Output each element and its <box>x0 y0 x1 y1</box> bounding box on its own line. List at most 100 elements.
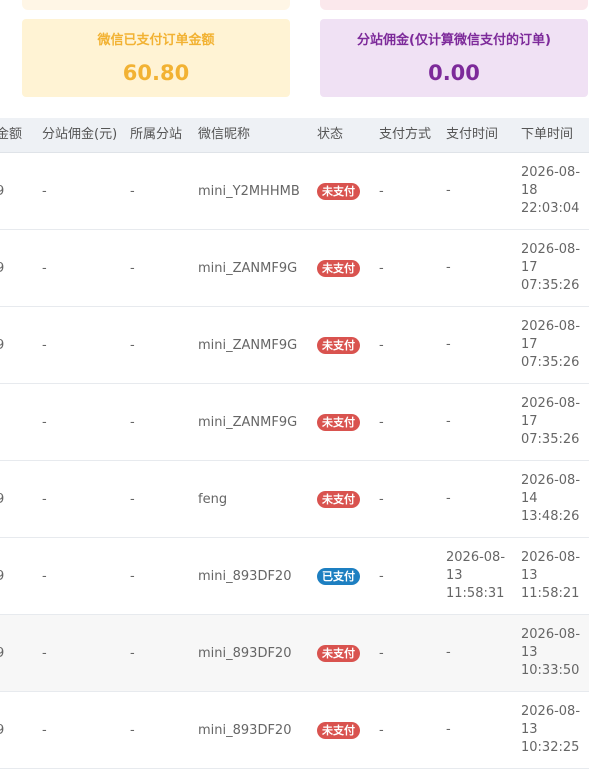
time-line: 14 <box>521 491 538 506</box>
status-badge: 未支付 <box>317 490 360 508</box>
time-line: 2026-08- <box>521 319 581 334</box>
cell-amount: 9 <box>0 337 5 353</box>
time-line: 22:03:04 <box>521 201 580 216</box>
table-row[interactable]: - - mini_ZANMF9G - 未支付 - 2026-08- 17 07:35:26 <box>0 384 589 461</box>
cell-pay-method: - <box>379 491 384 507</box>
table-row[interactable]: 9 - - mini_ZANMF9G - 未支付 - 2026-08- 17 07:35:26 <box>0 230 589 307</box>
time-line: 07:35:26 <box>521 278 580 293</box>
time-line: 13 <box>521 568 538 583</box>
cell-branch: - <box>130 645 135 661</box>
time-line: 2026-08- <box>521 704 581 719</box>
time-line: 18 <box>521 183 538 198</box>
time-line: - <box>446 260 451 275</box>
time-line: 13 <box>446 568 463 583</box>
status-badge: 未支付 <box>317 259 360 277</box>
cell-amount: 9 <box>0 260 5 276</box>
cell-status: 未支付 <box>317 615 360 691</box>
cell-nickname: mini_893DF20 <box>198 645 292 661</box>
status-badge: 未支付 <box>317 644 360 662</box>
time-line: 2026-08- <box>446 550 506 565</box>
cell-commission: - <box>42 414 47 430</box>
time-line: 13 <box>521 722 538 737</box>
cell-pay-time: - <box>446 384 516 460</box>
cell-amount: 9 <box>0 645 5 661</box>
cell-nickname: mini_893DF20 <box>198 722 292 738</box>
cell-order-time: 2026-08- 14 13:48:26 <box>521 461 591 537</box>
cell-branch: - <box>130 722 135 738</box>
cell-pay-time: - <box>446 692 516 768</box>
table-row[interactable]: 9 - - mini_893DF20 - 未支付 - 2026-08- 13 10:33:50 <box>0 615 589 692</box>
header-amount[interactable]: 金额 <box>0 118 22 152</box>
header-pay-method[interactable]: 支付方式 <box>379 118 431 152</box>
cell-branch: - <box>130 183 135 199</box>
time-line: 17 <box>521 260 538 275</box>
cell-pay-method: - <box>379 183 384 199</box>
table-row[interactable]: 9 - - mini_Y2MHHMB - 未支付 - 2026-08- 18 22:03:04 <box>0 153 589 230</box>
header-nickname[interactable]: 微信昵称 <box>198 118 250 152</box>
cell-pay-time: - <box>446 230 516 306</box>
time-line: 07:35:26 <box>521 432 580 447</box>
orders-table: 金额 分站佣金(元) 所属分站 微信昵称 状态 支付方式 支付时间 下单时间 9… <box>0 118 589 769</box>
cell-nickname: mini_ZANMF9G <box>198 414 298 430</box>
table-row[interactable]: 9- - mini_893DF20- 已支付 2026-08- 13 11:58:31 202… <box>0 538 589 615</box>
cell-branch: - <box>130 568 135 584</box>
header-status[interactable]: 状态 <box>317 118 343 152</box>
cell-commission: - <box>42 183 47 199</box>
time-line: 2026-08- <box>521 242 581 257</box>
time-line: 13:48:26 <box>521 509 580 524</box>
cell-pay-time: - <box>446 153 516 229</box>
cell-pay-time: - <box>446 307 516 383</box>
branch-commission-card: 分站佣金(仅计算微信支付的订单) 0.00 <box>320 19 588 97</box>
cell-pay-time: 2026-08- 13 11:58:31 <box>446 538 516 614</box>
header-branch[interactable]: 所属分站 <box>130 118 182 152</box>
cell-nickname: mini_893DF20 <box>198 568 292 584</box>
time-line: - <box>446 414 451 429</box>
summary-card-partial <box>320 0 588 10</box>
cell-commission: - <box>42 645 47 661</box>
cell-nickname: mini_ZANMF9G <box>198 337 298 353</box>
cell-branch: - <box>130 491 135 507</box>
card-value: 60.80 <box>122 61 190 85</box>
header-commission[interactable]: 分站佣金(元) <box>42 118 117 152</box>
cell-commission: - <box>42 491 47 507</box>
time-line: 10:33:50 <box>521 663 580 678</box>
status-badge: 未支付 <box>317 182 360 200</box>
header-order-time[interactable]: 下单时间 <box>521 118 573 152</box>
cell-commission: - <box>42 568 47 584</box>
cell-order-time: 2026-08- 13 10:33:50 <box>521 615 591 691</box>
time-line: - <box>446 645 451 660</box>
cell-status: 未支付 <box>317 307 360 383</box>
card-title: 微信已支付订单金额 <box>97 33 215 48</box>
card-value: 0.00 <box>428 61 480 85</box>
cell-status: 未支付 <box>317 461 360 537</box>
cell-pay-method: - <box>379 645 384 661</box>
cell-amount: 9 <box>0 722 5 738</box>
orders-page: 微信已支付订单金额 60.80 分站佣金(仅计算微信支付的订单) 0.00 金额… <box>0 0 607 769</box>
cell-pay-method: - <box>379 414 384 430</box>
cell-pay-method: - <box>379 260 384 276</box>
time-line: - <box>446 183 451 198</box>
cell-commission: - <box>42 260 47 276</box>
cell-status: 已支付 <box>317 538 360 614</box>
cell-nickname: mini_Y2MHHMB <box>198 183 300 199</box>
header-pay-time[interactable]: 支付时间 <box>446 118 498 152</box>
time-line: - <box>446 337 451 352</box>
table-row[interactable]: 9 - - mini_893DF20 - 未支付 - 2026-08- 13 10:32:25 <box>0 692 589 769</box>
table-row[interactable]: 9 - - feng - 未支付 - 2026-08- 14 13:48:26 <box>0 461 589 538</box>
cell-order-time: 2026-08- 17 07:35:26 <box>521 230 591 306</box>
summary-card-partial <box>22 0 290 10</box>
cell-commission: - <box>42 337 47 353</box>
status-badge: 未支付 <box>317 721 360 739</box>
time-line: 13 <box>521 645 538 660</box>
time-line: 07:35:26 <box>521 355 580 370</box>
time-line: 10:32:25 <box>521 740 580 755</box>
cell-pay-method: - <box>379 337 384 353</box>
time-line: 11:58:31 <box>446 586 505 601</box>
cell-pay-method: - <box>379 568 384 584</box>
table-row[interactable]: 9 - - mini_ZANMF9G - 未支付 - 2026-08- 17 07:35:26 <box>0 307 589 384</box>
cell-commission: - <box>42 722 47 738</box>
cell-status: 未支付 <box>317 230 360 306</box>
cell-pay-time: - <box>446 461 516 537</box>
cell-branch: - <box>130 337 135 353</box>
cell-nickname: feng <box>198 491 228 507</box>
